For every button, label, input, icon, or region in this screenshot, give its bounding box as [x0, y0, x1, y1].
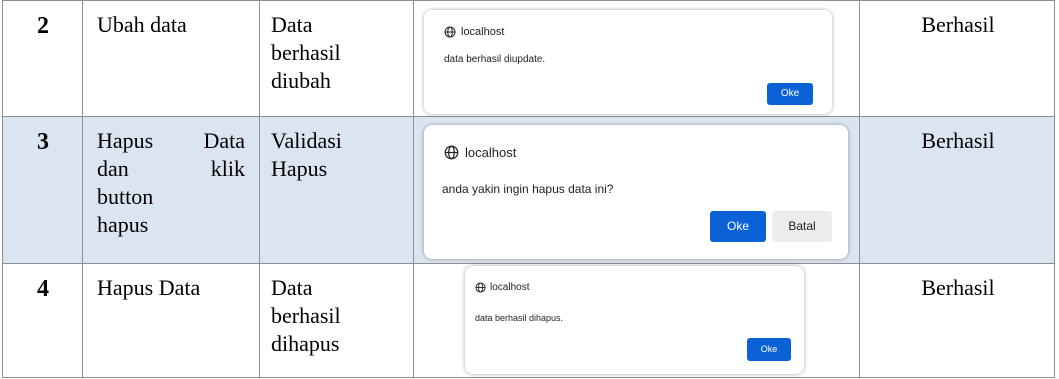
row-number: 3 [37, 129, 49, 155]
dialog-header: localhost [444, 145, 516, 160]
confirm-dialog: localhost anda yakin ingin hapus data in… [424, 125, 848, 259]
cell-number: 4 [2, 264, 82, 377]
ok-button[interactable]: Oke [710, 211, 766, 242]
step-text: Ubah data [97, 12, 187, 37]
globe-icon [475, 282, 486, 293]
cell-number: 3 [2, 117, 82, 264]
dialog-message: anda yakin ingin hapus data ini? [442, 182, 614, 196]
result-text: Berhasil [921, 275, 995, 300]
cell-expected: Data berhasil diubah [259, 1, 413, 117]
dialog-header: localhost [475, 282, 529, 293]
dialog-message: data berhasil dihapus. [475, 313, 564, 323]
globe-icon [444, 145, 459, 160]
step-text: Hapus Data [97, 275, 201, 300]
expected-text: Validasi Hapus [271, 128, 342, 181]
result-text: Berhasil [921, 12, 995, 37]
cell-result: Berhasil [859, 1, 1055, 117]
result-text: Berhasil [921, 128, 995, 153]
dialog-origin: localhost [461, 26, 505, 38]
cell-step: Hapus Data [82, 264, 259, 377]
row-number: 4 [37, 276, 49, 302]
dialog-origin: localhost [465, 145, 517, 160]
dialog-origin: localhost [490, 282, 530, 293]
alert-dialog: localhost data berhasil dihapus. Oke [465, 266, 804, 374]
globe-icon [444, 26, 456, 38]
cell-expected: Data berhasil dihapus [259, 264, 413, 377]
cell-step: Hapus Data dan klik button hapus [82, 117, 259, 264]
cell-step: Ubah data [82, 1, 259, 117]
ok-button[interactable]: Oke [767, 83, 813, 105]
cell-result: Berhasil [859, 264, 1055, 377]
cancel-button[interactable]: Batal [772, 211, 832, 242]
ok-button[interactable]: Oke [747, 338, 791, 361]
dialog-message: data berhasil diupdate. [444, 54, 546, 65]
step-text: Hapus Data dan klik button hapus [97, 128, 245, 237]
expected-text: Data berhasil diubah [271, 12, 341, 93]
expected-text: Data berhasil dihapus [271, 275, 341, 356]
test-results-table: 2 Ubah data Data berhasil diubah Berhasi… [0, 0, 1059, 379]
dialog-header: localhost [444, 26, 504, 38]
cell-result: Berhasil [859, 117, 1055, 264]
cell-number: 2 [2, 1, 82, 117]
alert-dialog: localhost data berhasil diupdate. Oke [424, 10, 832, 114]
cell-expected: Validasi Hapus [259, 117, 413, 264]
row-number: 2 [37, 13, 49, 39]
